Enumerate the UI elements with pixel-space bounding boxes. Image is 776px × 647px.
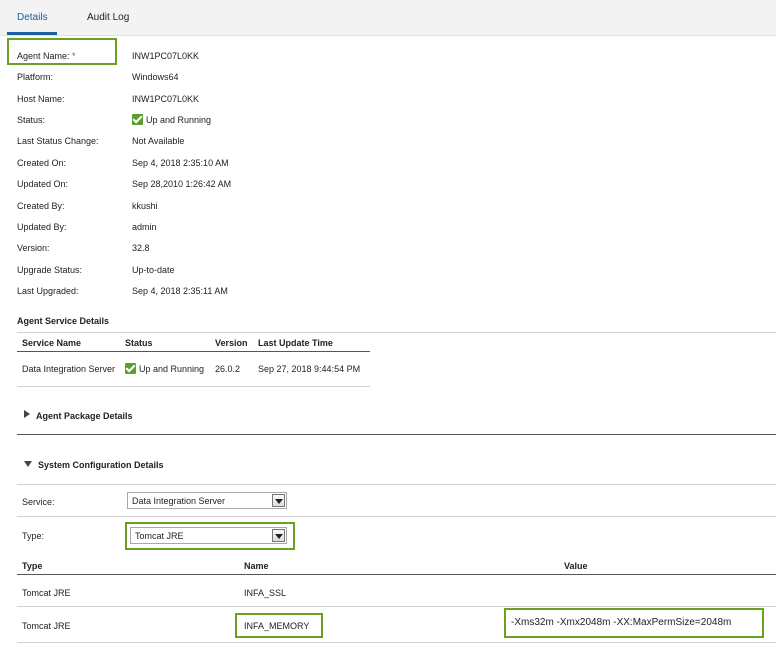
created-by-label: Created By:	[17, 201, 65, 211]
service-select-label: Service:	[22, 497, 55, 507]
chevron-down-icon[interactable]	[272, 529, 285, 542]
agent-service-divider	[17, 332, 776, 333]
chevron-down-icon[interactable]	[272, 494, 285, 507]
config-type-cell: Tomcat JRE	[22, 588, 71, 598]
agent-package-title: Agent Package Details	[36, 411, 133, 421]
updated-by-label: Updated By:	[17, 222, 67, 232]
last-upgraded-label: Last Upgraded:	[17, 286, 79, 296]
system-config-toggle[interactable]: System Configuration Details	[24, 460, 164, 470]
agent-name-label-text: Agent Name:	[17, 51, 70, 61]
host-name-value: INW1PC07L0KK	[132, 94, 200, 104]
service-table-header-line	[17, 351, 370, 352]
config-row-line	[17, 606, 776, 607]
upgrade-status-label: Upgrade Status:	[17, 265, 83, 275]
service-last-update-cell: Sep 27, 2018 9:44:54 PM	[258, 364, 361, 374]
tab-audit-log[interactable]: Audit Log	[87, 12, 129, 23]
last-status-change-value: Not Available	[132, 136, 185, 146]
created-by-value: kkushi	[132, 201, 158, 211]
updated-on-value: Sep 28,2010 1:26:42 AM	[132, 179, 232, 189]
col-name: Name	[244, 561, 269, 571]
check-icon	[125, 363, 136, 374]
config-table-header-line	[17, 574, 776, 575]
config-table-bottom-line	[17, 642, 776, 643]
package-divider	[17, 434, 776, 435]
config-name-cell: INFA_SSL	[244, 588, 287, 598]
col-service-name: Service Name	[22, 338, 82, 348]
version-value: 32.8	[132, 243, 150, 253]
service-version-cell: 26.0.2	[215, 364, 241, 374]
col-status: Status	[125, 338, 153, 348]
upgrade-status-value: Up-to-date	[132, 265, 175, 275]
agent-name-label: Agent Name: *	[17, 51, 76, 61]
created-on-value: Sep 4, 2018 2:35:10 AM	[132, 158, 229, 168]
service-name-cell: Data Integration Server	[22, 364, 116, 374]
service-status-text: Up and Running	[139, 364, 205, 374]
status-value-text: Up and Running	[146, 115, 212, 125]
status-value: Up and Running	[132, 114, 211, 125]
check-icon	[132, 114, 143, 125]
last-status-change-label: Last Status Change:	[17, 136, 99, 146]
col-type: Type	[22, 561, 43, 571]
required-marker: *	[72, 51, 76, 61]
agent-service-title: Agent Service Details	[17, 316, 110, 326]
last-upgraded-value: Sep 4, 2018 2:35:11 AM	[132, 286, 228, 296]
type-select[interactable]: Tomcat JRE	[130, 527, 287, 544]
updated-on-label: Updated On:	[17, 179, 69, 189]
agent-package-toggle[interactable]: Agent Package Details	[24, 410, 133, 421]
tab-details[interactable]: Details	[17, 12, 48, 23]
system-config-divider	[17, 484, 776, 485]
version-label: Version:	[17, 243, 50, 253]
col-value: Value	[564, 561, 588, 571]
config-name-cell: INFA_MEMORY	[244, 621, 310, 631]
col-last-update-time: Last Update Time	[258, 338, 333, 348]
platform-value: Windows64	[132, 72, 179, 82]
platform-label: Platform:	[17, 72, 54, 82]
service-table-bottom-line	[17, 386, 370, 387]
agent-name-value: INW1PC07L0KK	[132, 51, 200, 61]
service-status-cell: Up and Running	[125, 363, 204, 374]
host-name-label: Host Name:	[17, 94, 65, 104]
col-version: Version	[215, 338, 248, 348]
service-row-line	[17, 516, 776, 517]
triangle-right-icon	[24, 410, 30, 418]
service-select[interactable]: Data Integration Server	[127, 492, 287, 509]
triangle-down-icon	[24, 461, 32, 467]
tab-bar: Details Audit Log	[0, 0, 776, 36]
service-select-value: Data Integration Server	[132, 496, 226, 506]
config-type-cell: Tomcat JRE	[22, 621, 71, 631]
system-config-title: System Configuration Details	[38, 460, 164, 470]
created-on-label: Created On:	[17, 158, 67, 168]
type-select-label: Type:	[22, 531, 45, 541]
config-value-cell[interactable]: -Xms32m -Xmx2048m -XX:MaxPermSize=2048m	[511, 617, 731, 628]
status-label: Status:	[17, 115, 46, 125]
type-select-value: Tomcat JRE	[135, 531, 184, 541]
updated-by-value: admin	[132, 222, 157, 232]
active-tab-indicator	[7, 32, 57, 35]
